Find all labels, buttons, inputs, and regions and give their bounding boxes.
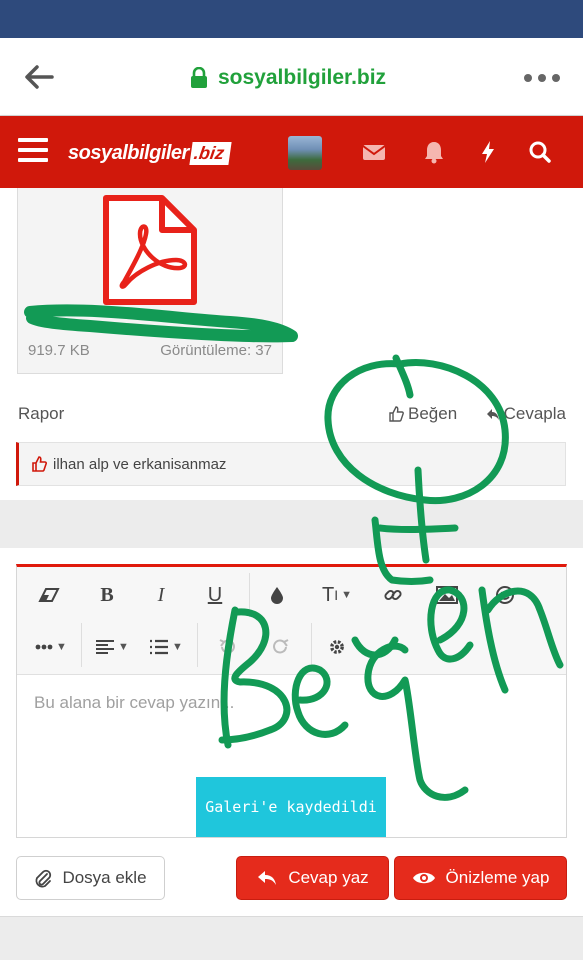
toolbar-separator [197,623,198,667]
more-formatting-icon[interactable]: ▼ [27,627,75,667]
align-icon[interactable]: ▼ [89,627,135,667]
like-label: Beğen [408,404,458,423]
pdf-file-icon [103,195,197,305]
site-header: sosyalbilgiler .biz [0,116,583,188]
url-text: sosyalbilgiler.biz [218,66,387,89]
reply-form: B I U T I ▼ ▼ ▼ ▼ Bu alana bir cevap yaz… [0,548,583,916]
reply-label: Cevapla [503,404,566,423]
menu-icon[interactable] [18,138,48,164]
link-icon[interactable] [373,575,413,615]
toolbar-separator [81,623,82,667]
site-logo[interactable]: sosyalbilgiler .biz [68,138,232,168]
toolbar-separator [311,623,312,667]
post-reply-button[interactable]: Cevap yaz [236,856,389,900]
logo-main-text: sosyalbilgiler [68,141,189,164]
smiley-icon[interactable] [485,575,525,615]
text-color-icon[interactable] [257,575,297,615]
attach-file-button[interactable]: Dosya ekle [16,856,165,900]
bold-icon[interactable]: B [87,575,127,615]
lightning-icon[interactable] [474,138,502,166]
address-field[interactable]: sosyalbilgiler.biz [190,64,386,92]
reply-icon [258,871,277,885]
avatar[interactable] [288,136,322,170]
view-count: Görüntüleme: 37 [160,342,272,359]
post-actions: Rapor Beğen Cevapla [18,404,566,428]
browser-url-bar: sosyalbilgiler.biz [0,38,583,116]
logo-tld-text: .biz [189,141,232,165]
editor-placeholder[interactable]: Bu alana bir cevap yazın... [34,693,234,713]
more-options-icon[interactable] [522,72,562,84]
reply-icon [486,409,499,420]
post-reply-label: Cevap yaz [288,868,369,887]
list-icon[interactable]: ▼ [143,627,189,667]
italic-icon[interactable]: I [141,575,181,615]
post-content: 919.7 KB Görüntüleme: 37 Rapor Beğen Cev… [0,188,583,500]
likes-summary[interactable]: ilhan alp ve erkanisanmaz [16,442,566,486]
likes-text: ilhan alp ve erkanisanmaz [53,455,227,473]
file-size: 919.7 KB [28,342,90,359]
font-size-icon[interactable]: T I ▼ [309,575,365,615]
report-link[interactable]: Rapor [18,404,64,424]
attach-file-label: Dosya ekle [62,868,147,887]
section-divider [0,500,583,548]
thumbs-up-icon [32,456,47,472]
preview-label: Önizleme yap [445,868,550,887]
thumbs-up-icon [389,406,404,422]
eraser-icon[interactable] [29,575,69,615]
back-arrow-icon[interactable] [22,62,56,92]
preview-button[interactable]: Önizleme yap [394,856,567,900]
image-icon[interactable] [427,575,467,615]
gear-icon[interactable] [317,627,357,667]
bell-icon[interactable] [420,138,448,166]
undo-icon[interactable] [207,627,247,667]
toast-notification: Galeri'e kaydedildi [196,777,386,837]
redo-icon[interactable] [261,627,301,667]
like-button[interactable]: Beğen [388,404,457,424]
lock-icon [191,67,207,88]
editor-toolbar: B I U T I ▼ ▼ ▼ ▼ [17,567,566,675]
pdf-attachment[interactable]: 919.7 KB Görüntüleme: 37 [17,188,283,374]
bottom-section [0,916,583,960]
envelope-icon[interactable] [360,138,388,166]
eye-icon [412,872,435,884]
underline-icon[interactable]: U [195,575,235,615]
paperclip-icon [36,869,52,888]
toolbar-separator [249,573,250,617]
search-icon[interactable] [526,138,554,166]
reply-link[interactable]: Cevapla [486,404,566,424]
status-bar [0,0,583,38]
